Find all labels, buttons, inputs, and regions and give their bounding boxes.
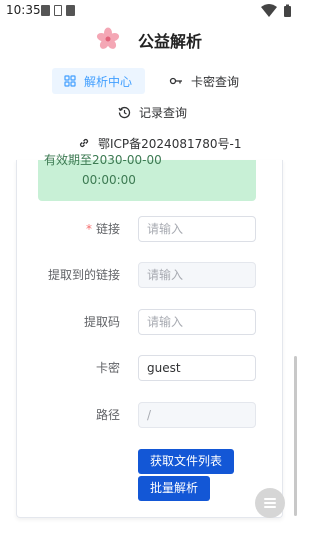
path-label: 路径 <box>95 408 120 422</box>
extract-code-label: 提取码 <box>83 315 120 329</box>
extracted-link-label: 提取到的链接 <box>47 268 120 282</box>
floating-menu-button[interactable] <box>255 488 285 518</box>
nav-parse-center[interactable]: 解析中心 <box>52 68 145 94</box>
menu-line-icon <box>264 506 276 508</box>
site-header: 公益解析 <box>0 22 300 60</box>
nav-record-query-label: 记录查询 <box>139 105 188 120</box>
icp-link[interactable]: 鄂ICP备2024081780号-1 <box>78 133 241 153</box>
link-label: * 链接 <box>85 222 120 236</box>
card-key-input[interactable]: guest <box>138 355 256 381</box>
nav-parse-center-label: 解析中心 <box>84 74 133 89</box>
notice-partial-text: 有效期至2030-00-00 <box>44 153 162 167</box>
link-icon <box>79 138 89 148</box>
link-input[interactable]: 请输入 <box>138 216 256 242</box>
nav-record-query[interactable]: 记录查询 <box>118 99 228 125</box>
status-time: 10:35 <box>6 3 41 17</box>
app-notification-icon <box>66 5 75 16</box>
card-key-label: 卡密 <box>95 361 120 375</box>
get-file-list-button[interactable]: 获取文件列表 <box>138 449 234 474</box>
history-icon <box>118 106 131 118</box>
site-title: 公益解析 <box>138 32 203 51</box>
grid-icon <box>64 75 76 87</box>
key-icon <box>169 77 182 85</box>
icp-text: 鄂ICP备2024081780号-1 <box>98 136 242 151</box>
wifi-battery-icon <box>261 4 291 17</box>
required-asterisk: * <box>85 222 92 236</box>
batch-parse-button[interactable]: 批量解析 <box>138 476 210 501</box>
extracted-link-input: 请输入 <box>138 262 256 288</box>
extract-code-input[interactable]: 请输入 <box>138 309 256 335</box>
path-input: / <box>138 402 256 428</box>
sakura-flower-icon <box>96 27 120 49</box>
nav-card-query-label: 卡密查询 <box>191 74 240 89</box>
page-scrollbar[interactable] <box>294 356 297 516</box>
notice-time: 00:00:00 <box>82 173 136 187</box>
menu-line-icon <box>264 502 276 504</box>
gallery-notification-icon <box>41 5 50 16</box>
sim-notification-icon <box>54 5 62 16</box>
status-bar: 10:35 <box>0 0 300 22</box>
nav-card-query[interactable]: 卡密查询 <box>167 68 277 94</box>
menu-line-icon <box>264 498 276 500</box>
